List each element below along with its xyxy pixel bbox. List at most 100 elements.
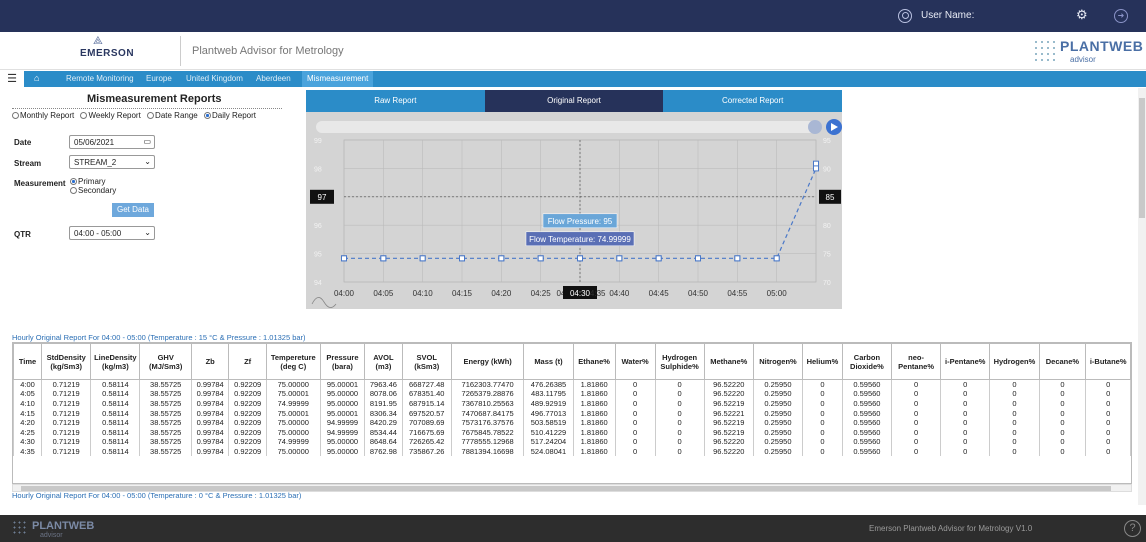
top-bar: User Name: ⚙ ➜ xyxy=(0,0,1146,32)
breadcrumb-mismeasurement[interactable]: Mismeasurement xyxy=(302,71,374,87)
qtr-select[interactable]: 04:00 - 05:00 ⌄ xyxy=(69,226,155,240)
radio-circle[interactable] xyxy=(12,112,19,119)
data-point[interactable] xyxy=(655,255,662,262)
data-point[interactable] xyxy=(616,255,623,262)
table-cell: 0.25950 xyxy=(752,446,804,457)
table-cell: 0.58114 xyxy=(90,437,141,447)
logout-icon[interactable]: ➜ xyxy=(1114,9,1128,23)
radio-weekly-report[interactable]: Weekly Report xyxy=(80,111,141,120)
menu-icon[interactable]: ☰ xyxy=(0,71,24,87)
table-cell: 0 xyxy=(989,437,1040,447)
table-cell: 0 xyxy=(654,427,705,438)
y-right-tick-label: 75 xyxy=(823,252,831,259)
plantweb-footer-logo-icon xyxy=(12,520,28,536)
breadcrumb-aberdeen[interactable]: Aberdeen xyxy=(256,74,291,83)
scrollbar-thumb[interactable] xyxy=(1139,98,1145,218)
home-icon[interactable]: ⌂ xyxy=(34,73,39,83)
plantweb-logo-icon xyxy=(1033,39,1055,61)
table-cell: 0.59560 xyxy=(841,446,893,457)
tooltip-flow-pressure-text: Flow Pressure: 95 xyxy=(548,217,613,226)
tab-corrected-report[interactable]: Corrected Report xyxy=(663,90,843,112)
table-cell: 0 xyxy=(614,379,656,390)
radio-monthly-report[interactable]: Monthly Report xyxy=(12,111,74,120)
radio-circle[interactable] xyxy=(80,112,88,119)
table-row: 4:15 0.71219 0.58114 38.55725 0.99784 0.92209… xyxy=(13,408,1131,418)
x-tick-label: 04:10 xyxy=(413,289,434,298)
breadcrumb-europe[interactable]: Europe xyxy=(146,74,172,83)
radio-primary[interactable]: Primary xyxy=(70,177,116,186)
data-point[interactable] xyxy=(734,255,741,262)
radio-circle[interactable] xyxy=(70,187,77,194)
radio-circle-selected[interactable] xyxy=(70,178,77,185)
hourly-report-title-2: Hourly Original Report For 04:00 - 05:00… xyxy=(12,491,302,500)
table-cell: 0.58114 xyxy=(90,379,141,390)
vertical-scrollbar[interactable] xyxy=(1138,88,1146,505)
radio-daily-report[interactable]: Daily Report xyxy=(203,111,256,120)
data-point[interactable] xyxy=(459,255,465,262)
table-row: 4:05 0.71219 0.58114 38.55725 0.99784 0.92209… xyxy=(13,389,1131,399)
user-icon[interactable] xyxy=(898,9,912,23)
data-point[interactable] xyxy=(813,165,819,172)
table-cell: 0.92209 xyxy=(228,398,267,409)
radio-circle-selected[interactable] xyxy=(203,112,211,119)
table-cell: 0 xyxy=(1085,408,1131,418)
table-cell: 0.92209 xyxy=(228,408,267,418)
table-cell: 0 xyxy=(940,379,991,390)
radio-circle[interactable] xyxy=(147,112,155,119)
data-point[interactable] xyxy=(498,255,505,262)
table-cell: 95.00000 xyxy=(319,446,366,457)
table-row: 4:20 0.71219 0.58114 38.55725 0.99784 0.92209… xyxy=(13,417,1131,428)
table-cell: 0 xyxy=(614,446,656,457)
table-cell: 4:05 xyxy=(13,389,43,399)
gear-icon[interactable]: ⚙ xyxy=(1076,8,1088,22)
tab-raw-report[interactable]: Raw Report xyxy=(306,90,485,112)
calendar-icon[interactable]: ▭ xyxy=(143,137,151,146)
data-point[interactable] xyxy=(577,255,583,262)
report-table-container[interactable]: Time StdDensity (kg/Sm3) LineDensity (kg/m… xyxy=(12,342,1132,484)
table-cell: 1.81860 xyxy=(572,408,616,418)
table-cell: 0.99784 xyxy=(190,417,230,428)
table-cell: 0 xyxy=(614,427,656,438)
data-point[interactable] xyxy=(773,255,780,262)
help-icon[interactable]: ? xyxy=(1124,520,1141,537)
data-point[interactable] xyxy=(341,255,347,262)
breadcrumb-united-kingdom[interactable]: United Kingdom xyxy=(186,74,243,83)
table-cell: 0 xyxy=(1038,446,1087,457)
date-input[interactable]: 05/06/2021 ▭ xyxy=(69,135,155,149)
table-cell: 0 xyxy=(890,408,942,418)
radio-date-range[interactable]: Date Range xyxy=(147,111,198,120)
table-cell: 1.81860 xyxy=(572,417,616,428)
table-cell: 95.00000 xyxy=(319,437,366,447)
tab-original-report[interactable]: Original Report xyxy=(484,90,664,112)
qtr-label: QTR xyxy=(14,230,31,239)
table-cell: 510.41229 xyxy=(523,427,574,438)
table-cell: 96.52219 xyxy=(703,417,754,428)
breadcrumb-remote-monitoring[interactable]: Remote Monitoring xyxy=(66,74,134,83)
radio-secondary[interactable]: Secondary xyxy=(70,186,116,195)
table-cell: 7675845.78522 xyxy=(450,427,525,438)
table-cell: 0.99784 xyxy=(190,446,230,457)
table-cell: 0.25950 xyxy=(752,417,804,428)
table-cell: 38.55725 xyxy=(139,379,192,390)
table-cell: 0.92209 xyxy=(228,446,267,457)
data-point[interactable] xyxy=(419,255,426,262)
data-point[interactable] xyxy=(380,255,387,262)
table-row: 4:25 0.71219 0.58114 38.55725 0.99784 0.92209… xyxy=(13,427,1131,438)
data-point[interactable] xyxy=(537,255,544,262)
table-cell: 0 xyxy=(890,446,942,457)
table-cell: 0 xyxy=(802,427,843,438)
user-name-label: User Name: xyxy=(921,10,975,21)
breadcrumb: ☰ ⌂ Remote Monitoring Europe United King… xyxy=(0,71,1146,87)
table-cell: 4:25 xyxy=(13,427,43,438)
table-cell: 1.81860 xyxy=(572,427,616,438)
stream-select[interactable]: STREAM_2 ⌄ xyxy=(69,155,155,169)
y-left-tick-label: 99 xyxy=(314,138,322,145)
range-slider-handle[interactable] xyxy=(808,120,822,134)
table-cell: 0 xyxy=(940,408,991,418)
table-cell: 38.55725 xyxy=(139,389,192,399)
range-slider-track[interactable] xyxy=(316,121,816,133)
get-data-button[interactable]: Get Data xyxy=(112,203,154,217)
data-point[interactable] xyxy=(695,255,701,262)
table-cell: 96.52220 xyxy=(703,437,754,447)
report-tabs: Raw Report Original Report Corrected Rep… xyxy=(306,90,843,112)
